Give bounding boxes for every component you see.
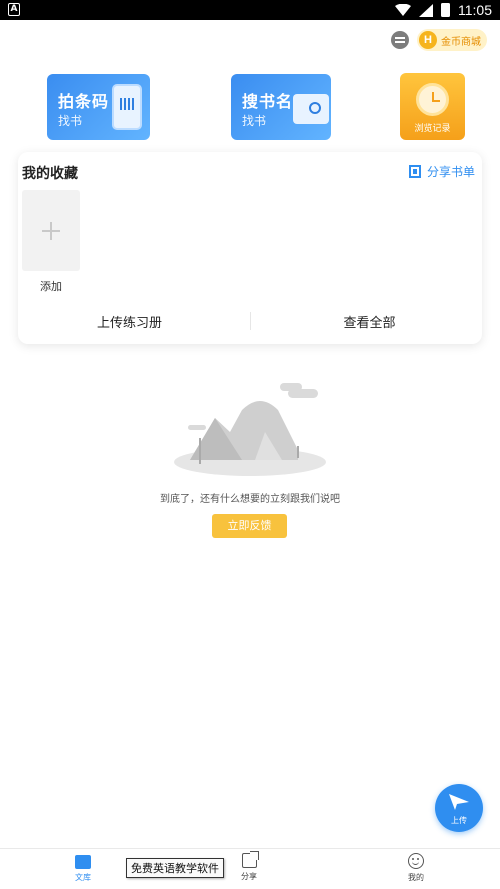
plus-icon [42,222,60,240]
nav-share-label: 分享 [241,872,257,881]
scan-card-title: 拍条码 [58,92,110,111]
empty-state-illustration [174,383,326,476]
bottom-nav: 文库 分享 我的 [0,848,500,889]
empty-state-message: 到底了，还有什么想要的立刻跟我们说吧 [160,494,340,505]
book-icon [75,855,91,869]
share-booklist-label: 分享书单 [426,165,475,179]
favorites-title: 我的收藏 [22,166,78,182]
barcode-icon [112,84,142,130]
share-booklist-button[interactable]: 分享书单 [408,163,475,180]
nav-item-mine[interactable]: 我的 [386,853,446,883]
status-bar: A 11:05 [0,0,500,20]
app-notification-icon: A [8,3,20,16]
nav-item-library[interactable]: 文库 [53,853,113,883]
clock-time: 11:05 [458,2,492,18]
search-card-subtitle: 找书 [242,114,267,128]
tooltip: 免费英语教学软件 [126,858,224,878]
search-title-card[interactable]: 搜书名 找书 [231,74,331,140]
message-icon[interactable] [391,31,409,49]
divider [250,312,251,330]
scan-barcode-card[interactable]: 拍条码 找书 [47,74,150,140]
feedback-button[interactable]: 立即反馈 [212,514,287,538]
battery-icon [441,3,450,17]
search-icon [293,94,329,124]
paper-plane-icon [449,794,469,810]
smiley-face-icon [408,853,424,869]
upload-workbook-button[interactable]: 上传练习册 [58,312,201,331]
favorites-panel: 我的收藏 分享书单 添加 上传练习册 查看全部 [18,152,482,344]
share-icon [241,851,259,868]
nav-mine-label: 我的 [408,873,424,882]
coin-shop-button[interactable]: H 金币商城 [417,29,487,51]
browse-history-card[interactable]: 浏览记录 [400,73,465,140]
nav-library-label: 文库 [75,873,91,882]
qr-code-icon [408,165,421,178]
add-label: 添加 [40,280,62,293]
history-label: 浏览记录 [414,124,451,134]
view-all-button[interactable]: 查看全部 [298,312,441,331]
nav-item-share[interactable]: 分享 [219,851,279,882]
wifi-icon [395,4,411,16]
scan-card-subtitle: 找书 [58,114,83,128]
coin-shop-label: 金币商城 [441,36,481,48]
clock-icon [416,83,449,116]
add-favorite-button[interactable] [22,190,80,271]
status-icons: 11:05 [395,2,492,18]
upload-fab-label: 上传 [451,816,467,825]
coin-icon: H [419,31,437,49]
upload-fab-button[interactable]: 上传 [435,784,483,832]
signal-icon [419,3,433,17]
search-card-title: 搜书名 [242,92,294,111]
